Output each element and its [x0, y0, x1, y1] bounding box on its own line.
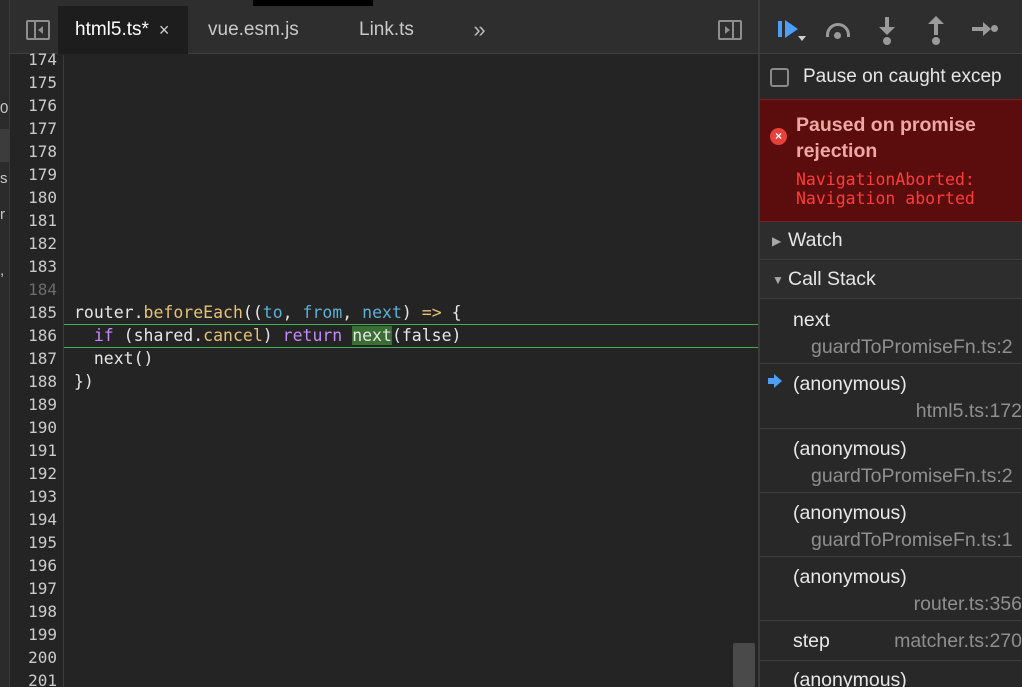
left-panel-fragment: r — [0, 206, 5, 223]
line-number[interactable]: 184 — [9, 278, 57, 301]
line-number[interactable]: 198 — [9, 600, 57, 623]
call-stack-label: Call Stack — [788, 268, 876, 290]
line-number[interactable]: 190 — [9, 416, 57, 439]
tab-html5-ts[interactable]: html5.ts* × — [58, 6, 188, 54]
frame-location: guardToPromiseFn.ts:1 — [811, 529, 1013, 551]
frame-function-name: next — [793, 309, 830, 331]
line-number[interactable]: 197 — [9, 577, 57, 600]
call-stack-frame[interactable]: (anonymous) guardToPromiseFn.ts:1 — [760, 493, 1022, 557]
line-number[interactable]: 199 — [9, 623, 57, 646]
line-number[interactable]: 181 — [9, 209, 57, 232]
call-stack-frame[interactable]: (anonymous) — [760, 661, 1022, 687]
frame-function-name: step — [793, 630, 830, 652]
line-number[interactable]: 195 — [9, 531, 57, 554]
editor-tab-bar: html5.ts* × vue.esm.js Link.ts » — [10, 0, 758, 54]
tab-link-ts[interactable]: Link.ts — [359, 6, 414, 54]
line-number[interactable]: 183 — [9, 255, 57, 278]
frame-function-name: (anonymous) — [793, 566, 907, 588]
paused-reason-banner: × Paused on promise rejection Navigation… — [760, 99, 1022, 222]
line-number[interactable]: 180 — [9, 186, 57, 209]
code-line-188[interactable]: }) — [74, 370, 94, 393]
error-icon: × — [770, 128, 787, 145]
call-stack-section-header[interactable]: ▼ Call Stack — [760, 261, 1022, 299]
line-number[interactable]: 193 — [9, 485, 57, 508]
line-number[interactable]: 191 — [9, 439, 57, 462]
line-number[interactable]: 188 — [9, 370, 57, 393]
call-stack-frame[interactable]: (anonymous) guardToPromiseFn.ts:2 — [760, 429, 1022, 493]
frame-location: guardToPromiseFn.ts:2 — [811, 336, 1013, 358]
line-number-gutter[interactable]: 174 175 176 177 178 179 180 181 182 183 184 185 186 1… — [9, 50, 64, 687]
pause-on-caught-exceptions[interactable]: Pause on caught excep — [760, 55, 1022, 99]
frame-location: guardToPromiseFn.ts:2 — [811, 465, 1013, 487]
resume-button[interactable] — [774, 14, 806, 44]
frame-function-name: (anonymous) — [793, 373, 907, 395]
pause-error-message: NavigationAborted: Navigation aborted — [796, 170, 975, 208]
more-tabs-icon[interactable]: » — [462, 14, 494, 46]
pause-on-caught-checkbox[interactable] — [770, 67, 789, 87]
collapse-arrow-icon: ▼ — [772, 272, 784, 287]
frame-function-name: (anonymous) — [793, 669, 907, 687]
line-number[interactable]: 182 — [9, 232, 57, 255]
line-number[interactable]: 178 — [9, 140, 57, 163]
line-number[interactable]: 196 — [9, 554, 57, 577]
watch-section-header[interactable]: ▶ Watch — [760, 222, 1022, 260]
line-number[interactable]: 201 — [9, 669, 57, 687]
tab-label: vue.esm.js — [208, 19, 299, 40]
frame-function-name: (anonymous) — [793, 438, 907, 460]
pause-on-caught-label: Pause on caught excep — [803, 66, 1002, 87]
toggle-debugger-icon[interactable] — [714, 14, 746, 46]
call-stack-frame-selected[interactable]: (anonymous) html5.ts:172 — [760, 364, 1022, 429]
line-number[interactable]: 185 — [9, 301, 57, 324]
code-line-187[interactable]: next() — [74, 347, 154, 370]
code-editor[interactable]: 174 175 176 177 178 179 180 181 182 183 184 185 186 1… — [9, 50, 758, 687]
step-button[interactable] — [969, 14, 999, 44]
line-number[interactable]: 176 — [9, 94, 57, 117]
line-number[interactable]: 189 — [9, 393, 57, 416]
debugger-sidebar: Pause on caught excep × Paused on promis… — [758, 0, 1022, 687]
expand-arrow-icon: ▶ — [772, 233, 782, 248]
pause-reason-text: Paused on promise rejection — [796, 114, 976, 162]
frame-location: router.ts:356 — [913, 593, 1022, 615]
tab-label: html5.ts* — [75, 19, 149, 40]
frame-location: matcher.ts:270 — [894, 630, 1022, 652]
step-over-button[interactable] — [822, 14, 852, 44]
close-tab-icon[interactable]: × — [159, 20, 170, 41]
left-panel-fragment: 0 — [0, 100, 9, 117]
call-stack-frame[interactable]: step matcher.ts:270 — [760, 621, 1022, 661]
current-frame-arrow-icon — [768, 374, 782, 388]
call-stack-frame[interactable]: (anonymous) router.ts:356 — [760, 557, 1022, 621]
paused-expression-highlight: next — [352, 326, 392, 345]
line-number[interactable]: 200 — [9, 646, 57, 669]
line-number[interactable]: 194 — [9, 508, 57, 531]
line-number[interactable]: 174 — [9, 48, 57, 71]
frame-function-name: (anonymous) — [793, 502, 907, 524]
watch-label: Watch — [788, 229, 843, 251]
line-number[interactable]: 179 — [9, 163, 57, 186]
line-number[interactable]: 192 — [9, 462, 57, 485]
call-stack-frame[interactable]: next guardToPromiseFn.ts:2 — [760, 300, 1022, 364]
line-number[interactable]: 187 — [9, 347, 57, 370]
debugger-toolbar — [760, 0, 1022, 54]
line-number[interactable]: 177 — [9, 117, 57, 140]
toggle-navigator-icon[interactable] — [22, 14, 54, 46]
code-line-185[interactable]: router.beforeEach((to, from, next) => { — [74, 301, 462, 324]
line-number[interactable]: 186 — [9, 324, 57, 347]
left-panel-fragment: s — [0, 170, 8, 187]
step-into-button[interactable] — [872, 14, 902, 45]
line-number[interactable]: 175 — [9, 71, 57, 94]
code-line-186[interactable]: if (shared.cancel) return next(false) — [74, 324, 461, 347]
tab-vue-esm-js[interactable]: vue.esm.js — [208, 6, 299, 54]
editor-scrollbar-thumb[interactable] — [733, 643, 755, 687]
step-out-button[interactable] — [921, 14, 951, 45]
left-panel-fragment: , — [0, 262, 5, 279]
frame-location: html5.ts:172 — [915, 400, 1022, 422]
tab-label: Link.ts — [359, 19, 414, 40]
